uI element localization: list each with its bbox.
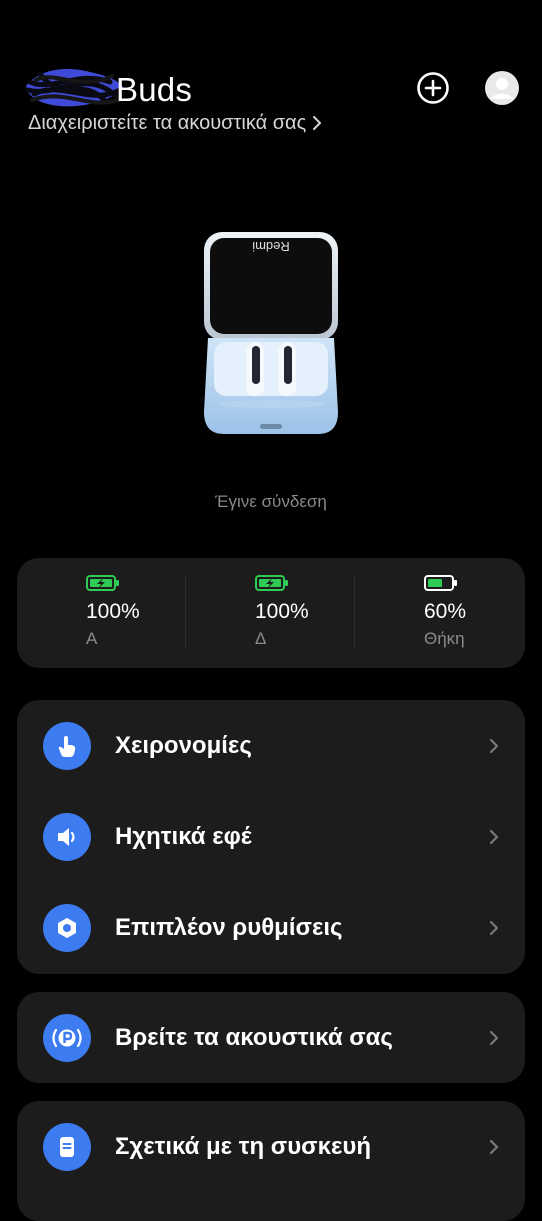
- divider: [185, 576, 186, 648]
- battery-case: 60% Θήκη: [423, 558, 542, 668]
- battery-case-label: Θήκη: [424, 629, 465, 648]
- manage-earbuds-link[interactable]: Διαχειριστείτε τα ακουστικά σας: [28, 110, 322, 136]
- chevron-right-icon: [489, 920, 499, 936]
- app-title: Buds: [116, 71, 193, 108]
- menu-item-label: Σχετικά με τη συσκευή: [115, 1132, 371, 1160]
- battery-case-percent: 60%: [424, 600, 467, 623]
- manage-earbuds-label: Διαχειριστείτε τα ακουστικά σας: [28, 112, 307, 134]
- add-device-button[interactable]: [415, 70, 451, 106]
- battery-charging-icon: [86, 575, 119, 591]
- settings-card: Χειρονομίες Ηχητικά εφέ Επιπλέον ρυθμίσε…: [17, 700, 525, 974]
- battery-card: 100% Α 100% Δ 60% Θήκη: [17, 558, 525, 668]
- battery-left-label: Α: [86, 629, 98, 648]
- about-device-card: Σχετικά με τη συσκευή: [17, 1101, 525, 1221]
- menu-item-gestures[interactable]: Χειρονομίες: [17, 700, 525, 792]
- menu-item-label: Επιπλέον ρυθμίσεις: [115, 914, 343, 941]
- find-earbuds-card: Βρείτε τα ακουστικά σας: [17, 992, 525, 1083]
- document-icon: [43, 1122, 91, 1171]
- menu-item-find-earbuds[interactable]: Βρείτε τα ακουστικά σας: [17, 992, 525, 1083]
- battery-right: 100% Δ: [255, 558, 423, 668]
- connection-status: Έγινε σύνδεση: [215, 492, 327, 511]
- battery-right-label: Δ: [255, 629, 267, 648]
- menu-item-about-device[interactable]: Σχετικά με τη συσκευή: [17, 1101, 525, 1192]
- menu-item-label: Ηχητικά εφέ: [115, 823, 252, 850]
- svg-text:Redmi: Redmi: [252, 239, 290, 254]
- battery-right-percent: 100%: [255, 600, 309, 623]
- battery-icon: [424, 575, 457, 591]
- account-button[interactable]: [484, 70, 520, 106]
- settings-hexagon-icon: [43, 904, 91, 952]
- earbuds-case-image: Redmi: [204, 232, 338, 434]
- battery-left-percent: 100%: [86, 600, 140, 623]
- battery-left: 100% Α: [86, 558, 254, 668]
- menu-item-label: Χειρονομίες: [115, 732, 252, 759]
- hand-tap-icon: [43, 722, 91, 770]
- speaker-icon: [43, 813, 91, 861]
- chevron-right-icon: [489, 829, 499, 845]
- battery-charging-icon: [255, 575, 288, 591]
- user-avatar-icon: [485, 71, 519, 105]
- divider: [354, 576, 355, 648]
- menu-item-more-settings[interactable]: Επιπλέον ρυθμίσεις: [17, 882, 525, 974]
- chevron-right-icon: [489, 1139, 499, 1154]
- chevron-right-icon: [489, 738, 499, 754]
- menu-item-sound-effects[interactable]: Ηχητικά εφέ: [17, 791, 525, 883]
- chevron-right-icon: [489, 1030, 499, 1045]
- menu-item-label: Βρείτε τα ακουστικά σας: [115, 1023, 393, 1051]
- chevron-right-icon: [313, 116, 322, 130]
- plus-circle-icon: [417, 72, 449, 104]
- find-signal-icon: [43, 1013, 91, 1062]
